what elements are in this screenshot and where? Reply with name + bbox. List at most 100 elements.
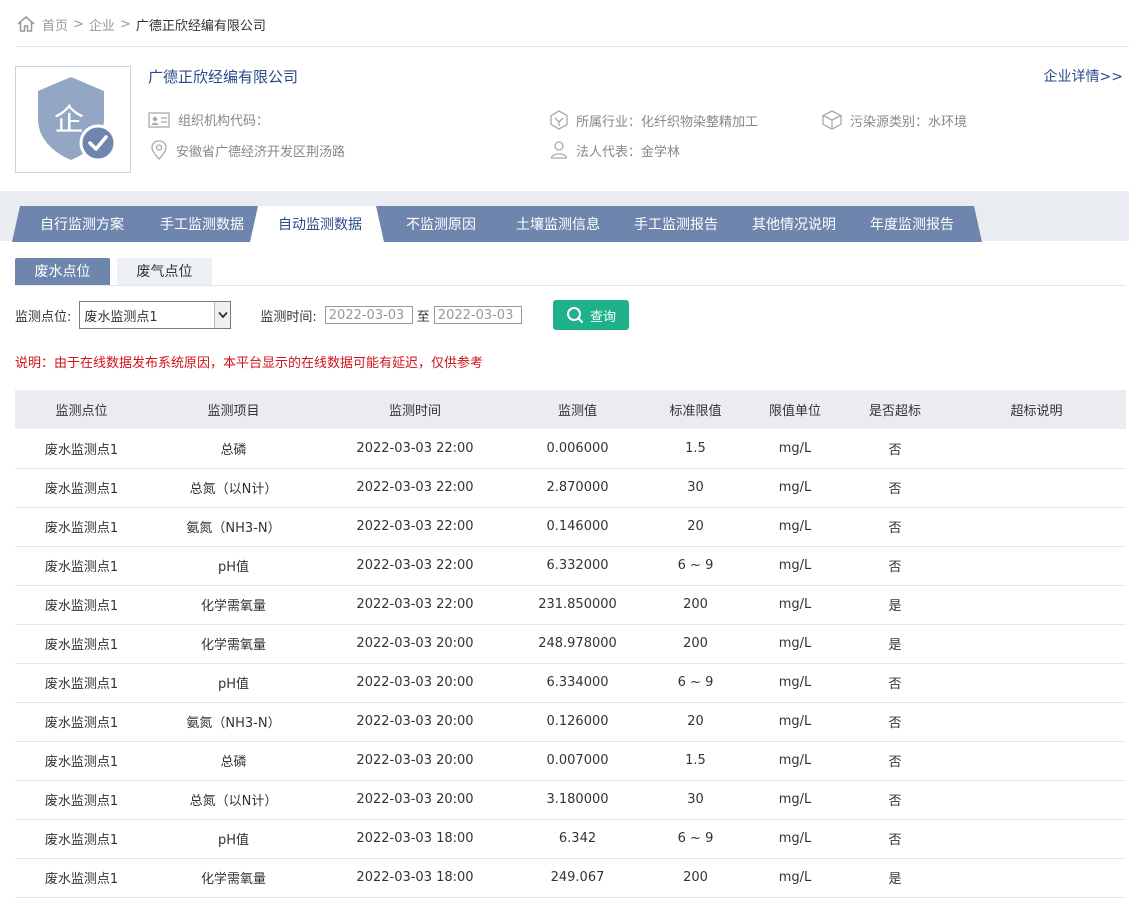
chevron-down-icon[interactable] [214,302,231,328]
industry-text: 所属行业：化纤织物染整精加工 [576,114,759,130]
table-cell: 废水监测点1 [15,507,148,547]
legal-rep-info: 法人代表：金学林 [550,140,680,160]
table-cell: mg/L [747,663,843,703]
tab-annual-monitoring-report[interactable]: 年度监测报告 [842,206,982,242]
company-logo-icon: 企 [38,77,117,162]
table-cell: mg/L [747,858,843,898]
table-cell: 否 [843,663,947,703]
to-label: 至 [416,309,430,325]
table-cell: pH值 [148,546,319,586]
table-cell: 200 [644,624,747,664]
table-cell [947,741,1126,781]
table-cell [947,858,1126,898]
table-cell: 20 [644,507,747,547]
location-icon [151,140,167,160]
table-cell: 200 [644,858,747,898]
table-cell: 废水监测点1 [15,663,148,703]
table-cell: 总氮（以N计） [148,780,319,820]
point-select[interactable]: 废水监测点1 [79,301,232,329]
table-row: 废水监测点1 化学需氧量 2022-03-03 20:00 248.978000 200… [15,624,1126,664]
table-cell: mg/L [747,819,843,859]
table-cell: 6.342 [511,819,644,859]
notice-text: 说明：由于在线数据发布系统原因，本平台显示的在线数据可能有延迟，仅供参考 [15,356,484,371]
breadcrumb-current: 广德正欣经编有限公司 [135,18,266,34]
table-cell: 化学需氧量 [148,858,319,898]
table-cell: 氨氮（NH3-N） [148,702,319,742]
table-cell: 废水监测点1 [15,429,148,469]
table-cell: 化学需氧量 [148,585,319,625]
table-cell: mg/L [747,780,843,820]
table-cell [947,780,1126,820]
table-cell [947,702,1126,742]
company-detail-link[interactable]: 企业详情>> [1044,66,1123,86]
table-cell: 总氮（以N计） [148,468,319,508]
table-row: 废水监测点1 总磷 2022-03-03 20:00 0.007000 1.5 mg/L 否 [15,741,1126,781]
tab-auto-monitoring-data[interactable]: 自动监测数据 [250,206,384,242]
date-from-input[interactable] [324,306,413,324]
breadcrumb-home[interactable]: 首页 [42,15,68,34]
industry-icon [550,110,568,130]
date-to-input[interactable] [433,306,522,324]
table-cell: mg/L [747,546,843,586]
table-row: 废水监测点1 氨氮（NH3-N） 2022-03-03 20:00 0.126000 2… [15,702,1126,742]
column-header: 标准限值 [644,390,747,429]
table-cell: 2022-03-03 20:00 [319,663,511,703]
org-code-label: 组织机构代码： [178,114,270,129]
filter-bar: 监测点位: 废水监测点1 监测时间: 至 [15,300,522,330]
table-cell: 是 [843,585,947,625]
table-cell: 2022-03-03 22:00 [319,468,511,508]
table-cell: 否 [843,468,947,508]
cube-icon [822,110,842,130]
table-cell: 氨氮（NH3-N） [148,507,319,547]
table-cell: mg/L [747,429,843,469]
pollution-type-info: 污染源类别：水环境 [822,110,967,130]
person-icon [550,141,568,159]
company-logo: 企 [15,66,131,173]
table-cell: 否 [843,819,947,859]
tab-no-monitoring-reason[interactable]: 不监测原因 [368,206,504,242]
table-cell: pH值 [148,819,319,859]
table-cell: 6 ~ 9 [644,819,747,859]
table-cell: 1.5 [644,741,747,781]
subtab-waste-gas[interactable]: 废气点位 [117,258,212,286]
table-row: 废水监测点1 pH值 2022-03-03 18:00 6.342 6 ~ 9 mg/L 否 [15,819,1126,859]
table-cell: 否 [843,780,947,820]
home-icon[interactable] [16,14,36,34]
org-code-info: 组织机构代码： [148,110,269,129]
table-cell: 废水监测点1 [15,819,148,859]
table-cell: 废水监测点1 [15,741,148,781]
tab-manual-monitoring-data[interactable]: 手工监测数据 [132,206,266,242]
table-cell: 200 [644,585,747,625]
search-icon [566,307,584,324]
table-cell: 否 [843,507,947,547]
table-row: 废水监测点1 pH值 2022-03-03 20:00 6.334000 6 ~ 9 mg… [15,663,1126,703]
tab-other-notes[interactable]: 其他情况说明 [724,206,858,242]
table-cell: 废水监测点1 [15,702,148,742]
column-header: 超标说明 [947,390,1126,429]
breadcrumb-separator: > [119,16,131,32]
table-cell: 0.126000 [511,702,644,742]
subtab-wastewater[interactable]: 废水点位 [15,258,110,286]
table-cell [947,507,1126,547]
table-cell: 2022-03-03 20:00 [319,741,511,781]
table-row: 废水监测点1 化学需氧量 2022-03-03 18:00 249.067 200 mg/… [15,858,1126,898]
query-button[interactable]: 查询 [553,300,629,330]
tab-manual-monitoring-report[interactable]: 手工监测报告 [606,206,740,242]
table-cell: 否 [843,741,947,781]
table-cell: 废水监测点1 [15,858,148,898]
table-cell: 2022-03-03 20:00 [319,780,511,820]
pollution-type-text: 污染源类别：水环境 [850,114,968,130]
table-row: 废水监测点1 总氮（以N计） 2022-03-03 22:00 2.870000 30 m… [15,468,1126,508]
table-cell: 是 [843,624,947,664]
tab-self-monitoring-plan[interactable]: 自行监测方案 [12,206,148,242]
breadcrumb-enterprise[interactable]: 企业 [89,15,115,34]
tab-soil-monitoring-info[interactable]: 土壤监测信息 [488,206,622,242]
main-tabs: 自行监测方案 手工监测数据 自动监测数据 不监测原因 土壤监测信息 手工监测报告… [12,206,982,242]
table-cell: 0.146000 [511,507,644,547]
column-header: 监测点位 [15,390,148,429]
industry-info: 所属行业：化纤织物染整精加工 [550,110,758,130]
table-cell [947,468,1126,508]
table-cell: 248.978000 [511,624,644,664]
column-header: 是否超标 [843,390,947,429]
table-cell: 2022-03-03 22:00 [319,507,511,547]
